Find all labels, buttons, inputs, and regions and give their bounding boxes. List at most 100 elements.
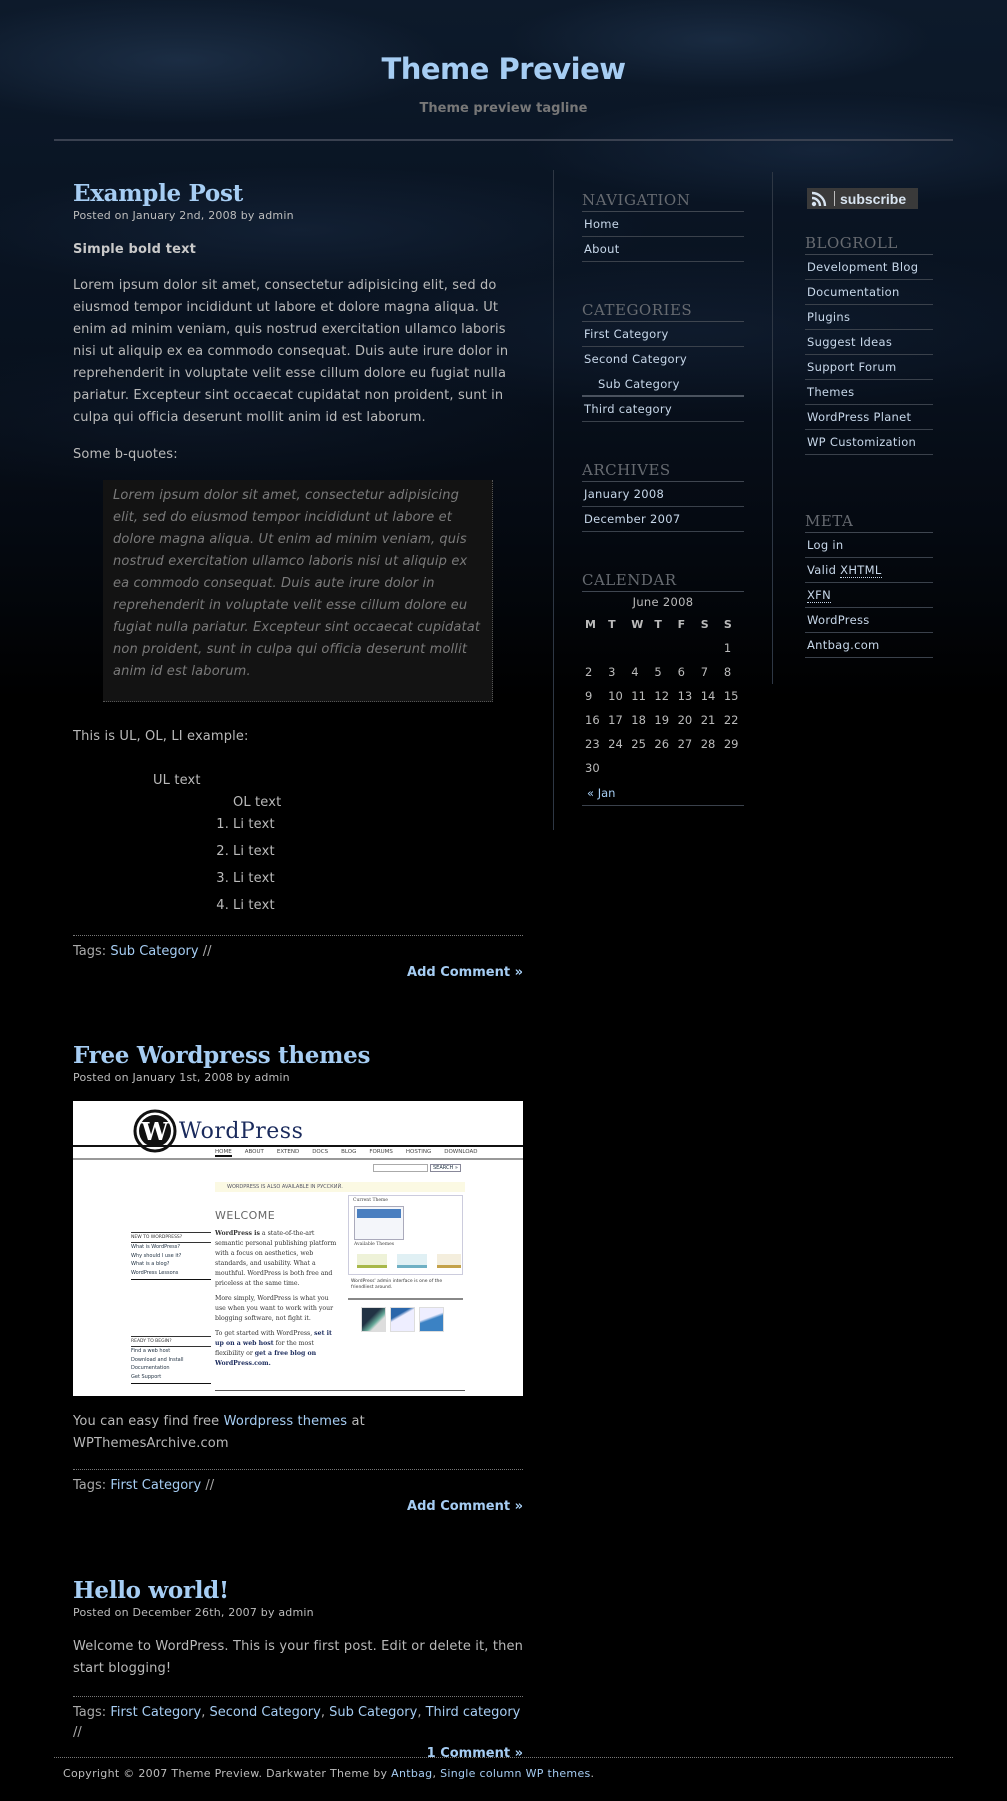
comments-link[interactable]: 1 Comment » <box>73 1745 523 1763</box>
post-paragraph: Lorem ipsum dolor sit amet, consectetur … <box>73 278 509 425</box>
list-number: 4. <box>216 898 229 913</box>
ordered-list: 1. Li text 2. Li text 3. Li text 4. Li text <box>216 814 523 922</box>
image-link: WordPress Lessons <box>131 1269 179 1276</box>
subscribe-separator <box>834 191 835 206</box>
post-free-themes: Free Wordpress themes Posted on January … <box>73 1042 523 1516</box>
calendar-day: 27 <box>677 737 693 751</box>
blogroll-item[interactable]: Themes <box>805 380 933 405</box>
calendar-day <box>582 636 605 660</box>
calendar-week: 16 17 18 19 20 21 22 <box>582 708 744 732</box>
widget-archives: ARCHIVES January 2008 December 2007 <box>582 460 744 532</box>
sidebar-divider <box>772 172 773 684</box>
tags-label: Tags: <box>73 944 107 959</box>
tag-link[interactable]: Second Category <box>209 1705 320 1720</box>
image-simply: More simply, WordPress is what you use w… <box>215 1295 334 1322</box>
blogroll-item[interactable]: Plugins <box>805 305 933 330</box>
category-item[interactable]: Third category <box>582 397 744 422</box>
wordpress-themes-link[interactable]: Wordpress themes <box>224 1414 348 1429</box>
calendar-prev-link[interactable]: « Jan <box>582 780 744 806</box>
ul-text: UL text <box>153 773 201 788</box>
post-title[interactable]: Example Post <box>73 180 243 207</box>
calendar-day <box>698 636 721 660</box>
calendar-day: 22 <box>723 713 739 727</box>
blogroll-item[interactable]: WordPress Planet <box>805 405 933 430</box>
category-item-sub[interactable]: Sub Category <box>582 372 744 397</box>
site-tagline: Theme preview tagline <box>419 101 588 116</box>
footer-link-antbag[interactable]: Antbag <box>391 1767 432 1780</box>
blogroll-item[interactable]: Development Blog <box>805 255 933 280</box>
footer-period: . <box>590 1767 595 1780</box>
calendar-weekday: T <box>608 617 616 631</box>
widget-title: CALENDAR <box>582 570 744 592</box>
blogroll-item[interactable]: Support Forum <box>805 355 933 380</box>
calendar-day <box>675 756 698 780</box>
meta-item-login[interactable]: Log in <box>805 533 933 558</box>
archive-item[interactable]: December 2007 <box>582 507 744 532</box>
nav-item-home[interactable]: Home <box>582 212 744 237</box>
calendar-day: 10 <box>608 689 623 703</box>
tag-link[interactable]: Sub Category <box>329 1705 417 1720</box>
archive-item[interactable]: January 2008 <box>582 482 744 507</box>
blockquote: Lorem ipsum dolor sit amet, consectetur … <box>103 480 493 702</box>
tag-link[interactable]: First Category <box>110 1705 201 1720</box>
tags-suffix: // <box>198 944 212 959</box>
svg-text:W: W <box>141 1117 170 1146</box>
footer-separator: , <box>432 1767 441 1780</box>
category-item[interactable]: Second Category <box>582 347 744 372</box>
image-nav-item: EXTEND <box>276 1149 300 1155</box>
image-theme-thumb <box>354 1206 404 1240</box>
blogroll-item[interactable]: Documentation <box>805 280 933 305</box>
post-tags: Tags: First Category // <box>73 1476 523 1496</box>
post-title[interactable]: Free Wordpress themes <box>73 1042 370 1069</box>
tag-link[interactable]: First Category <box>110 1478 201 1493</box>
meta-item-antbag[interactable]: Antbag.com <box>805 633 933 658</box>
category-item[interactable]: First Category <box>582 322 744 347</box>
add-comment-link[interactable]: Add Comment » <box>73 964 523 982</box>
site-title[interactable]: Theme Preview <box>0 52 1007 86</box>
bold-text: Simple bold text <box>73 242 197 257</box>
sidebar-secondary: subscribe BLOGROLL Development Blog Docu… <box>805 188 933 696</box>
image-ready-heading: READY TO BEGIN? <box>131 1336 211 1347</box>
subscribe-button[interactable]: subscribe <box>807 188 918 209</box>
post-paragraph: Welcome to WordPress. This is your first… <box>73 1639 523 1676</box>
footer-link-themes[interactable]: Single column WP themes <box>440 1767 590 1780</box>
list-number: 2. <box>216 844 229 859</box>
meta-item-xhtml[interactable]: Valid XHTML <box>805 558 933 583</box>
calendar-day: 9 <box>585 689 593 703</box>
meta-text: WordPress <box>807 613 870 627</box>
blogroll-item[interactable]: WP Customization <box>805 430 933 455</box>
calendar-day: 7 <box>700 665 709 679</box>
image-rule <box>215 1390 465 1391</box>
image-nav: HOME ABOUT EXTEND DOCS BLOG FORUMS HOSTI… <box>215 1149 477 1157</box>
image-new-heading: NEW TO WORDPRESS? <box>131 1232 211 1243</box>
categories-list: First Category Second Category Sub Categ… <box>582 322 744 422</box>
footer-copyright: Copyright © 2007 Theme Preview. Darkwate… <box>63 1767 392 1780</box>
post-meta: Posted on January 2nd, 2008 by admin <box>73 209 294 222</box>
image-link: What is WordPress? <box>131 1244 180 1250</box>
tag-link[interactable]: Third category <box>426 1705 521 1720</box>
tag-link[interactable]: Sub Category <box>110 944 198 959</box>
calendar-day: 2 <box>585 665 593 679</box>
blogroll-item[interactable]: Suggest Ideas <box>805 330 933 355</box>
calendar-day <box>651 756 674 780</box>
widget-title: BLOGROLL <box>805 233 933 255</box>
calendar-day: 17 <box>608 713 623 727</box>
image-rule <box>131 1383 211 1384</box>
post-example: Example Post Posted on January 2nd, 2008… <box>73 180 523 982</box>
widget-navigation: NAVIGATION Home About <box>582 190 744 262</box>
calendar-day <box>675 636 698 660</box>
meta-item-wordpress[interactable]: WordPress <box>805 608 933 633</box>
calendar-day: 5 <box>654 665 662 679</box>
add-comment-link[interactable]: Add Comment » <box>73 1498 523 1516</box>
image-nav-item: ABOUT <box>244 1149 264 1155</box>
image-rule <box>131 1279 211 1280</box>
widget-title: NAVIGATION <box>582 190 744 212</box>
calendar-day <box>605 636 628 660</box>
meta-abbr: XHTML <box>840 563 882 578</box>
meta-item-xfn[interactable]: XFN <box>805 583 933 608</box>
calendar-day <box>605 756 628 780</box>
image-link: Find a web host <box>131 1348 171 1354</box>
post-title[interactable]: Hello world! <box>73 1577 229 1604</box>
nav-item-about[interactable]: About <box>582 237 744 262</box>
blogroll-list: Development Blog Documentation Plugins S… <box>805 255 933 455</box>
